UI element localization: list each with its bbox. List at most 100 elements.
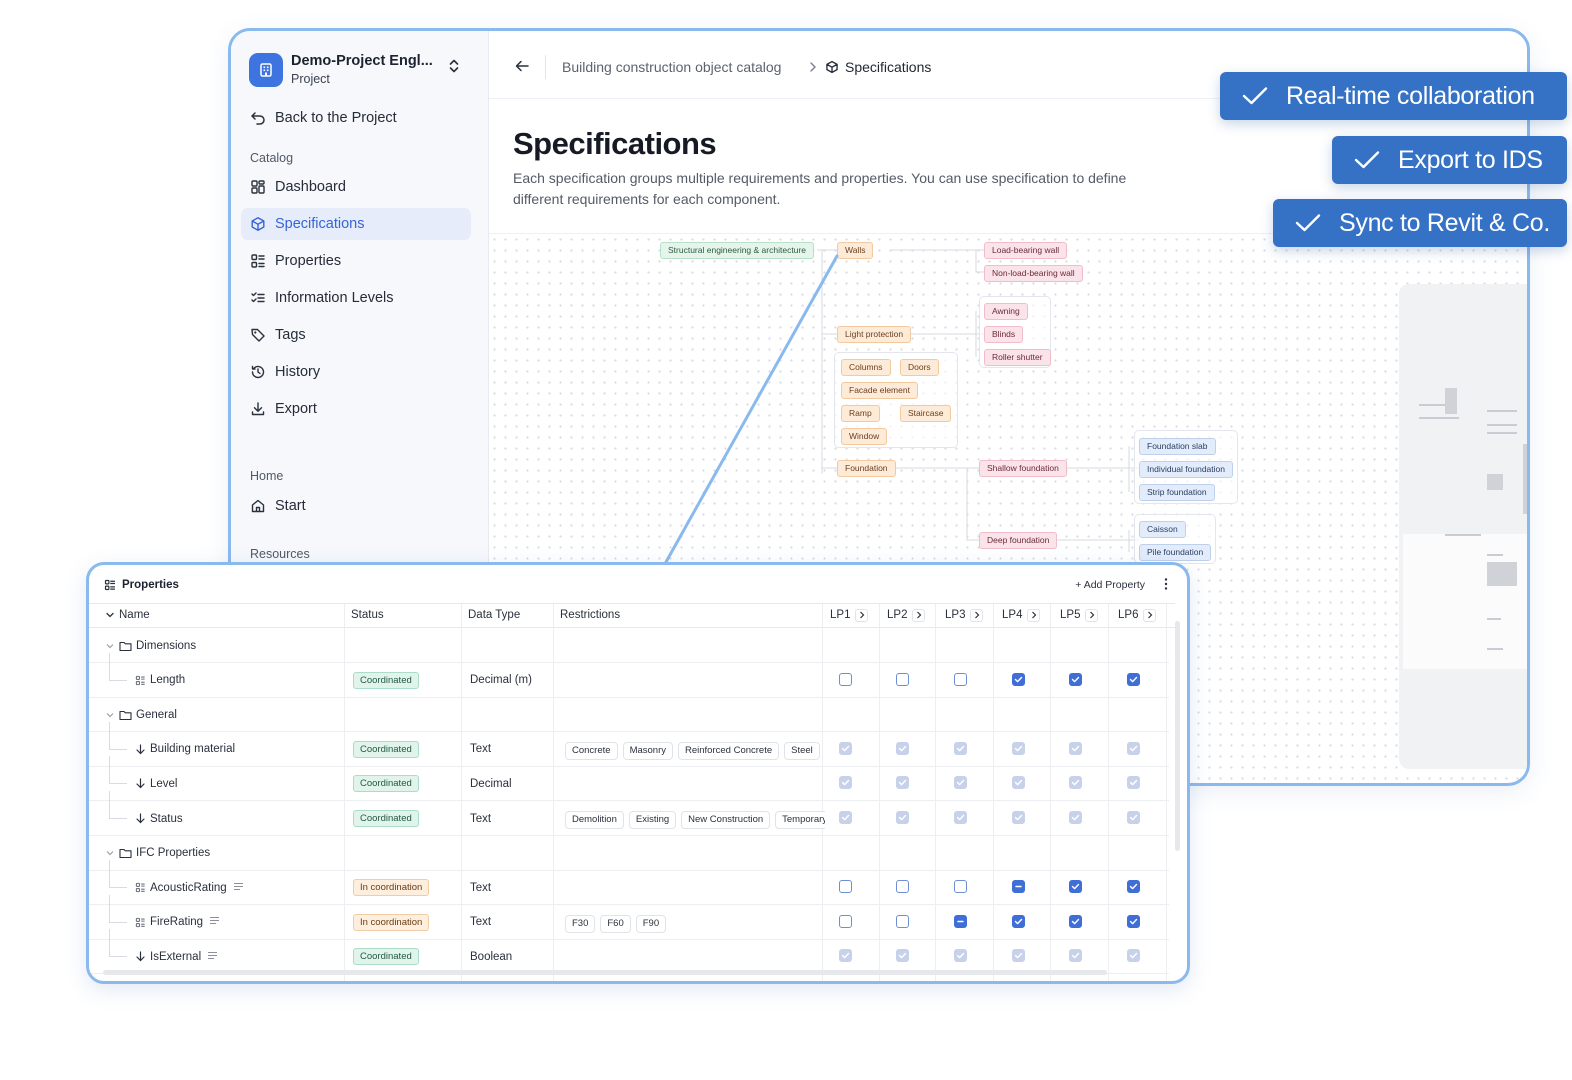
- restriction-chip[interactable]: Masonry: [622, 741, 673, 760]
- lp3-checkbox[interactable]: [954, 811, 967, 824]
- description-lines-icon[interactable]: [209, 916, 224, 928]
- lp1-checkbox[interactable]: [839, 741, 852, 755]
- table-row[interactable]: Building material Coordinated Text Concrete…: [89, 721, 1169, 767]
- lp4-checkbox[interactable]: [1012, 914, 1025, 928]
- lp3-checkbox[interactable]: [954, 914, 967, 928]
- vertical-scrollbar[interactable]: [1175, 621, 1180, 851]
- lp5-checkbox[interactable]: [1069, 741, 1082, 755]
- description-lines-icon[interactable]: [207, 951, 222, 963]
- chevron-right-icon[interactable]: [1143, 608, 1157, 622]
- restriction-chip[interactable]: New Construction: [681, 811, 771, 829]
- chevron-right-icon[interactable]: [1085, 608, 1099, 622]
- add-property-button[interactable]: + Add Property: [1075, 579, 1145, 591]
- lp5-checkbox[interactable]: [1069, 776, 1082, 790]
- property-name[interactable]: Level: [135, 766, 178, 801]
- restriction-chip[interactable]: F90: [635, 914, 667, 933]
- chevron-right-icon[interactable]: [970, 608, 984, 622]
- more-menu-icon[interactable]: [1164, 577, 1168, 596]
- table-row[interactable]: AcousticRating In coordination Text: [89, 860, 1169, 906]
- status-badge[interactable]: Coordinated: [353, 810, 419, 827]
- description-lines-icon[interactable]: [233, 882, 248, 894]
- lp6-checkbox[interactable]: [1127, 776, 1140, 790]
- group-name[interactable]: General: [105, 697, 177, 732]
- lp4-checkbox[interactable]: [1012, 880, 1025, 894]
- lp1-checkbox[interactable]: [839, 880, 852, 894]
- status-badge[interactable]: Coordinated: [353, 740, 419, 758]
- restriction-chip[interactable]: F30: [565, 914, 596, 933]
- restriction-chip[interactable]: Reinforced Concrete: [678, 741, 780, 760]
- table-row[interactable]: Status Coordinated Text Demolition Existing N…: [89, 791, 1169, 836]
- status-badge[interactable]: In coordination: [353, 913, 430, 931]
- lp5-checkbox[interactable]: [1069, 811, 1082, 824]
- lp2-checkbox[interactable]: [896, 880, 909, 894]
- lp4-checkbox[interactable]: [1012, 741, 1025, 755]
- status-badge[interactable]: Coordinated: [353, 671, 419, 689]
- lp6-checkbox[interactable]: [1127, 914, 1140, 928]
- column-header-lp6[interactable]: LP6: [1118, 603, 1157, 627]
- lp4-checkbox[interactable]: [1012, 672, 1025, 686]
- lp2-checkbox[interactable]: [896, 741, 909, 755]
- lp2-checkbox[interactable]: [896, 914, 909, 928]
- lp2-checkbox[interactable]: [896, 949, 909, 963]
- restriction-chip[interactable]: F60: [600, 914, 631, 933]
- lp2-checkbox[interactable]: [896, 776, 909, 790]
- lp3-checkbox[interactable]: [954, 949, 967, 963]
- lp6-checkbox[interactable]: [1127, 811, 1140, 824]
- table-row[interactable]: Level Coordinated Decimal: [89, 756, 1169, 802]
- table-row[interactable]: Length Coordinated Decimal (m): [89, 652, 1169, 698]
- column-header-lp2[interactable]: LP2: [887, 603, 926, 627]
- property-name[interactable]: AcousticRating: [135, 870, 248, 905]
- lp6-checkbox[interactable]: [1127, 880, 1140, 894]
- column-header-lp4[interactable]: LP4: [1002, 603, 1041, 627]
- restriction-chip[interactable]: Demolition: [565, 811, 624, 829]
- property-name[interactable]: Status: [135, 801, 183, 836]
- status-badge[interactable]: In coordination: [353, 879, 430, 897]
- group-row[interactable]: IFC Properties: [89, 836, 1169, 871]
- property-name[interactable]: FireRating: [135, 905, 224, 940]
- group-name[interactable]: Dimensions: [105, 628, 196, 663]
- lp5-checkbox[interactable]: [1069, 949, 1082, 963]
- chevron-right-icon[interactable]: [912, 608, 926, 622]
- group-row[interactable]: General: [89, 697, 1169, 733]
- column-header-lp1[interactable]: LP1: [830, 603, 869, 627]
- lp5-checkbox[interactable]: [1069, 880, 1082, 894]
- status-badge[interactable]: Coordinated: [353, 948, 419, 966]
- restriction-chip[interactable]: Temporary: [775, 811, 825, 829]
- chevron-right-icon[interactable]: [1027, 608, 1041, 622]
- restriction-chip[interactable]: Existing: [628, 811, 677, 829]
- lp6-checkbox[interactable]: [1127, 672, 1140, 686]
- column-header-name[interactable]: Name: [105, 603, 150, 627]
- group-name[interactable]: IFC Properties: [105, 836, 210, 871]
- lp6-checkbox[interactable]: [1127, 949, 1140, 963]
- lp2-checkbox[interactable]: [896, 672, 909, 686]
- column-header-lp5[interactable]: LP5: [1060, 603, 1099, 627]
- lp3-checkbox[interactable]: [954, 776, 967, 790]
- lp3-checkbox[interactable]: [954, 672, 967, 686]
- restriction-chip[interactable]: Steel: [784, 741, 820, 760]
- lp1-checkbox[interactable]: [839, 672, 852, 686]
- property-name[interactable]: Length: [135, 663, 185, 698]
- lp3-checkbox[interactable]: [954, 741, 967, 755]
- column-header-restrictions[interactable]: Restrictions: [560, 603, 620, 627]
- chevron-right-icon[interactable]: [855, 608, 869, 622]
- property-name[interactable]: Building material: [135, 732, 235, 767]
- lp4-checkbox[interactable]: [1012, 949, 1025, 963]
- lp4-checkbox[interactable]: [1012, 776, 1025, 790]
- column-header-data-type[interactable]: Data Type: [468, 603, 520, 627]
- lp1-checkbox[interactable]: [839, 914, 852, 928]
- lp3-checkbox[interactable]: [954, 880, 967, 894]
- lp1-checkbox[interactable]: [839, 811, 852, 824]
- lp5-checkbox[interactable]: [1069, 914, 1082, 928]
- lp5-checkbox[interactable]: [1069, 672, 1082, 686]
- lp2-checkbox[interactable]: [896, 811, 909, 824]
- column-header-status[interactable]: Status: [351, 603, 384, 627]
- lp1-checkbox[interactable]: [839, 776, 852, 790]
- table-row[interactable]: FireRating In coordination Text F30 F60 F90: [89, 894, 1169, 940]
- horizontal-scrollbar[interactable]: [103, 970, 1107, 975]
- group-row[interactable]: Dimensions: [89, 628, 1169, 663]
- column-header-lp3[interactable]: LP3: [945, 603, 984, 627]
- lp1-checkbox[interactable]: [839, 949, 852, 963]
- status-badge[interactable]: Coordinated: [353, 775, 419, 793]
- restriction-chip[interactable]: Concrete: [565, 741, 618, 760]
- lp4-checkbox[interactable]: [1012, 811, 1025, 824]
